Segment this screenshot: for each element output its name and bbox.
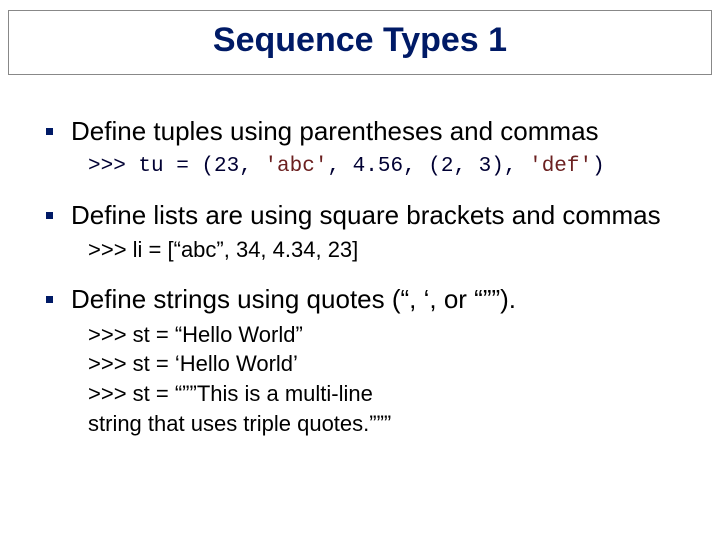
- title-container: Sequence Types 1: [8, 10, 712, 75]
- example-text: >>> st = “””This is a multi-line: [88, 379, 702, 409]
- bullet-text: Define tuples using parentheses and comm…: [71, 115, 599, 148]
- bullet-icon: [46, 128, 53, 135]
- example-text: >>> st = ‘Hello World’: [88, 349, 702, 379]
- sub-block: >>> li = [“abc”, 34, 4.34, 23]: [88, 235, 702, 265]
- code-string: 'abc': [264, 155, 327, 178]
- example-text: >>> li = [“abc”, 34, 4.34, 23]: [88, 235, 702, 265]
- bullet-item: Define lists are using square brackets a…: [18, 199, 702, 232]
- slide-title: Sequence Types 1: [9, 21, 711, 60]
- sub-block: >>> st = “Hello World” >>> st = ‘Hello W…: [88, 320, 702, 439]
- code-segment: ): [592, 155, 605, 178]
- bullet-text: Define lists are using square brackets a…: [71, 199, 661, 232]
- example-text: >>> st = “Hello World”: [88, 320, 702, 350]
- code-string: 'def': [529, 155, 592, 178]
- content-area: Define tuples using parentheses and comm…: [8, 115, 712, 438]
- code-block: >>> tu = (23, 'abc', 4.56, (2, 3), 'def'…: [88, 152, 702, 181]
- bullet-icon: [46, 296, 53, 303]
- bullet-icon: [46, 212, 53, 219]
- bullet-item: Define strings using quotes (“, ‘, or “”…: [18, 283, 702, 316]
- bullet-text: Define strings using quotes (“, ‘, or “”…: [71, 283, 516, 316]
- example-text: string that uses triple quotes.”””: [88, 409, 702, 439]
- code-segment: , 4.56, (2, 3),: [327, 155, 529, 178]
- bullet-item: Define tuples using parentheses and comm…: [18, 115, 702, 148]
- code-segment: >>> tu = (23,: [88, 155, 264, 178]
- code-text: >>> tu = (23, 'abc', 4.56, (2, 3), 'def'…: [88, 155, 605, 178]
